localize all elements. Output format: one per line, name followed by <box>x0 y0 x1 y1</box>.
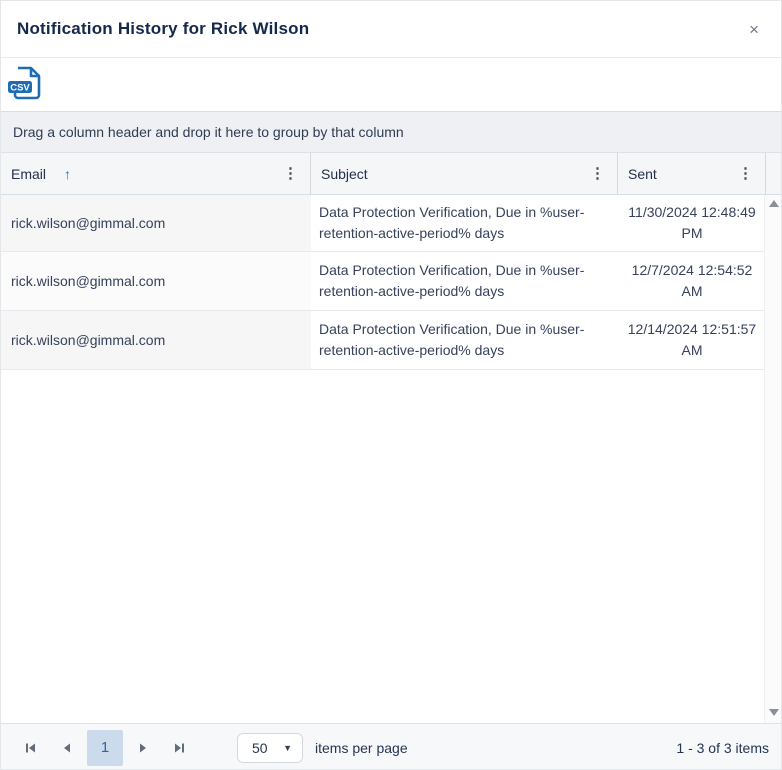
dialog-title: Notification History for Rick Wilson <box>17 19 309 39</box>
table-row: rick.wilson@gimmal.com Data Protection V… <box>1 252 781 311</box>
column-header-subject-label: Subject <box>321 166 368 182</box>
column-header-sent-label: Sent <box>628 166 657 182</box>
email-cell: rick.wilson@gimmal.com <box>1 252 311 310</box>
subject-column-menu-icon[interactable]: ⋮ <box>586 164 609 183</box>
group-by-drop-zone[interactable]: Drag a column header and drop it here to… <box>1 111 781 153</box>
page-size-select[interactable]: 50 ▼ <box>237 733 303 763</box>
grid-body: rick.wilson@gimmal.com Data Protection V… <box>1 195 781 723</box>
subject-cell: Data Protection Verification, Due in %us… <box>311 252 618 310</box>
column-header-sent[interactable]: Sent ⋮ <box>618 153 766 194</box>
scroll-down-icon[interactable] <box>769 709 779 716</box>
column-header-email-label: Email <box>11 166 46 182</box>
grid-header-row: Email ↑ ⋮ Subject ⋮ Sent ⋮ <box>1 153 781 195</box>
csv-file-icon: CSV <box>7 64 45 102</box>
column-header-email[interactable]: Email ↑ ⋮ <box>1 153 311 194</box>
group-by-hint-text: Drag a column header and drop it here to… <box>13 124 404 140</box>
table-row: rick.wilson@gimmal.com Data Protection V… <box>1 195 781 252</box>
column-header-subject[interactable]: Subject ⋮ <box>311 153 618 194</box>
grid-pager: 1 50 ▼ items per page 1 - 3 of 3 items <box>1 723 781 770</box>
chevron-down-icon: ▼ <box>283 743 292 753</box>
svg-text:CSV: CSV <box>10 82 30 93</box>
page-size-value: 50 <box>252 740 268 756</box>
sent-cell: 12/14/2024 12:51:57 AM <box>618 311 766 369</box>
previous-page-button[interactable] <box>49 730 85 766</box>
last-page-button[interactable] <box>161 730 197 766</box>
email-cell: rick.wilson@gimmal.com <box>1 195 311 251</box>
vertical-scrollbar[interactable] <box>764 195 781 723</box>
next-page-button[interactable] <box>125 730 161 766</box>
grid-toolbar: CSV <box>1 58 781 111</box>
scroll-up-icon[interactable] <box>769 200 779 207</box>
sort-ascending-icon: ↑ <box>64 167 71 181</box>
pager-range-label: 1 - 3 of 3 items <box>676 740 769 756</box>
sent-cell: 11/30/2024 12:48:49 PM <box>618 195 766 251</box>
dialog-title-bar: Notification History for Rick Wilson × <box>1 1 781 58</box>
notification-history-dialog: Notification History for Rick Wilson × C… <box>0 0 782 770</box>
previous-page-icon <box>59 740 75 756</box>
sent-cell: 12/7/2024 12:54:52 AM <box>618 252 766 310</box>
subject-cell: Data Protection Verification, Due in %us… <box>311 195 618 251</box>
header-filler <box>766 153 782 194</box>
export-csv-button[interactable]: CSV <box>5 62 47 104</box>
page-number-button[interactable]: 1 <box>87 730 123 766</box>
table-row: rick.wilson@gimmal.com Data Protection V… <box>1 311 781 370</box>
email-column-menu-icon[interactable]: ⋮ <box>279 164 302 183</box>
sent-column-menu-icon[interactable]: ⋮ <box>734 164 757 183</box>
last-page-icon <box>171 740 187 756</box>
first-page-icon <box>23 740 39 756</box>
first-page-button[interactable] <box>13 730 49 766</box>
email-cell: rick.wilson@gimmal.com <box>1 311 311 369</box>
items-per-page-label: items per page <box>315 740 408 756</box>
close-icon[interactable]: × <box>743 17 765 42</box>
next-page-icon <box>135 740 151 756</box>
subject-cell: Data Protection Verification, Due in %us… <box>311 311 618 369</box>
